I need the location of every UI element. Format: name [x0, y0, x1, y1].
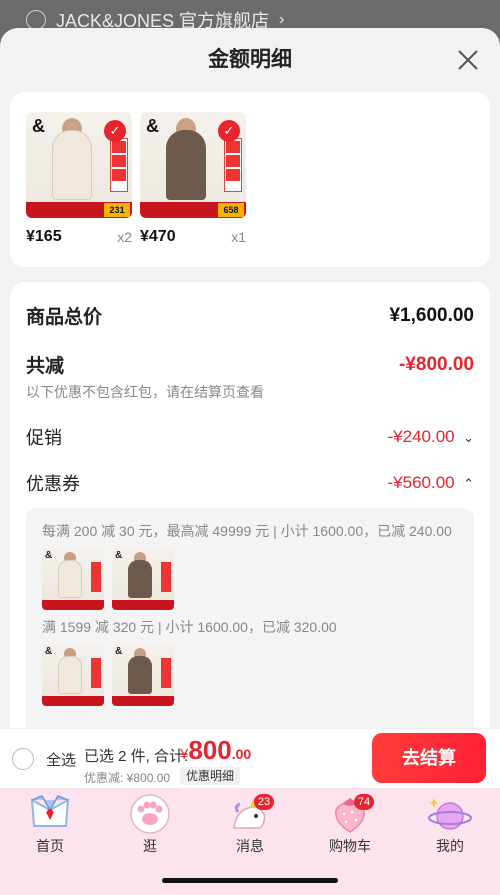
coupon-products: & &: [42, 548, 458, 610]
price-tag-column: [224, 138, 242, 192]
coupon-row[interactable]: 优惠券 -¥560.00 ⌃: [26, 470, 474, 496]
selected-count: 已选 2 件, 合计:: [84, 748, 189, 765]
message-count-badge: 23: [254, 794, 274, 810]
coupon-product-thumbnail: &: [112, 548, 174, 610]
checkout-button[interactable]: 去结算: [372, 733, 486, 783]
products-card: & 231 ✓ ¥165 x2 & 658 ✓ ¥470 x1: [10, 92, 490, 267]
product-item[interactable]: & 231 ✓ ¥165 x2: [26, 112, 132, 246]
strawberry-icon: 74: [326, 792, 374, 836]
coupon-rule: 每满 200 减 30 元，最高减 49999 元 | 小计 1600.00，已…: [42, 523, 452, 539]
brand-logo: &: [32, 116, 45, 136]
total-label: 商品总价: [26, 307, 103, 328]
brand-logo: &: [146, 116, 159, 136]
promo-row[interactable]: 促销 -¥240.00 ⌄: [26, 424, 474, 450]
reduce-label: 共减: [26, 356, 65, 377]
tab-messages[interactable]: 23 消息: [210, 788, 290, 856]
tab-label: 我的: [436, 838, 464, 854]
model-figure: [52, 130, 92, 200]
product-thumbnail: & 231 ✓: [26, 112, 132, 218]
product-quantity: x2: [117, 229, 132, 245]
tab-label: 购物车: [329, 838, 371, 854]
product-thumbnail: & 658 ✓: [140, 112, 246, 218]
chevron-right-icon: ›: [279, 11, 285, 28]
tab-cart[interactable]: 74 购物车: [310, 788, 390, 856]
total-row: 商品总价 ¥1,600.00: [26, 302, 474, 329]
check-icon: ✓: [104, 120, 126, 142]
product-quantity: x1: [231, 229, 246, 245]
tab-label: 消息: [236, 838, 264, 854]
paw-icon: [126, 792, 174, 836]
model-figure: [166, 130, 206, 200]
chevron-down-icon: ⌄: [463, 430, 474, 445]
home-indicator: [162, 878, 338, 883]
unicorn-icon: 23: [226, 792, 274, 836]
price-tag-column: [110, 138, 128, 192]
coupon-product-thumbnail: &: [42, 548, 104, 610]
cart-count-badge: 74: [354, 794, 374, 810]
promo-label: 促销: [26, 428, 62, 448]
product-price: ¥165: [26, 228, 62, 245]
price-chip: 231: [104, 203, 130, 217]
tab-label: 首页: [36, 838, 64, 854]
total-value: ¥1,600.00: [389, 304, 474, 326]
close-icon[interactable]: [456, 48, 480, 72]
tab-home[interactable]: 首页: [10, 788, 90, 856]
amount-detail-sheet: 金额明细 & 231 ✓ ¥165 x2 & 658 ✓ ¥470 x1 商品总…: [0, 28, 500, 788]
promo-banner: 658: [140, 202, 246, 218]
select-all-label[interactable]: 全选: [46, 749, 76, 770]
sailor-collar-icon: [26, 792, 74, 836]
discount-detail-button[interactable]: 优惠明细: [180, 767, 241, 785]
promo-value: -¥240.00: [387, 427, 455, 446]
coupon-product-thumbnail: &: [42, 644, 104, 706]
tab-profile[interactable]: 我的: [410, 788, 490, 856]
discount-summary: 优惠减: ¥800.00: [84, 771, 171, 785]
checkout-bar: 全选 已选 2 件, 合计: ¥800.00 优惠减: ¥800.00 优惠明细…: [0, 728, 500, 788]
coupon-value: -¥560.00: [387, 473, 455, 492]
reduce-row: 共减 -¥800.00: [26, 351, 474, 378]
store-select-radio: [26, 10, 46, 30]
reduce-value: -¥800.00: [398, 353, 474, 375]
coupon-detail-box: 每满 200 减 30 元，最高减 49999 元 | 小计 1600.00，已…: [26, 508, 474, 748]
amount-decimal: .00: [231, 746, 252, 762]
coupon-rule: 满 1599 减 320 元 | 小计 1600.00，已减 320.00: [42, 619, 337, 635]
amount-integer: 800: [188, 735, 232, 765]
check-icon: ✓: [218, 120, 240, 142]
coupon-product-thumbnail: &: [112, 644, 174, 706]
total-amount: ¥800.00: [180, 735, 251, 766]
coupon-products: & &: [42, 644, 458, 706]
tab-explore[interactable]: 逛: [110, 788, 190, 856]
tab-label: 逛: [143, 838, 157, 854]
sheet-title: 金额明细: [208, 48, 292, 71]
product-price: ¥470: [140, 228, 176, 245]
price-chip: 658: [218, 203, 244, 217]
amount-detail-card: 商品总价 ¥1,600.00 共减 -¥800.00 以下优惠不包含红包，请在结…: [10, 282, 490, 788]
product-item[interactable]: & 658 ✓ ¥470 x1: [140, 112, 246, 246]
reduce-note: 以下优惠不包含红包，请在结算页查看: [26, 384, 264, 400]
coupon-label: 优惠券: [26, 474, 80, 494]
planet-icon: [426, 792, 474, 836]
chevron-up-icon: ⌃: [463, 476, 474, 491]
promo-banner: 231: [26, 202, 132, 218]
select-all-radio[interactable]: [12, 748, 34, 770]
